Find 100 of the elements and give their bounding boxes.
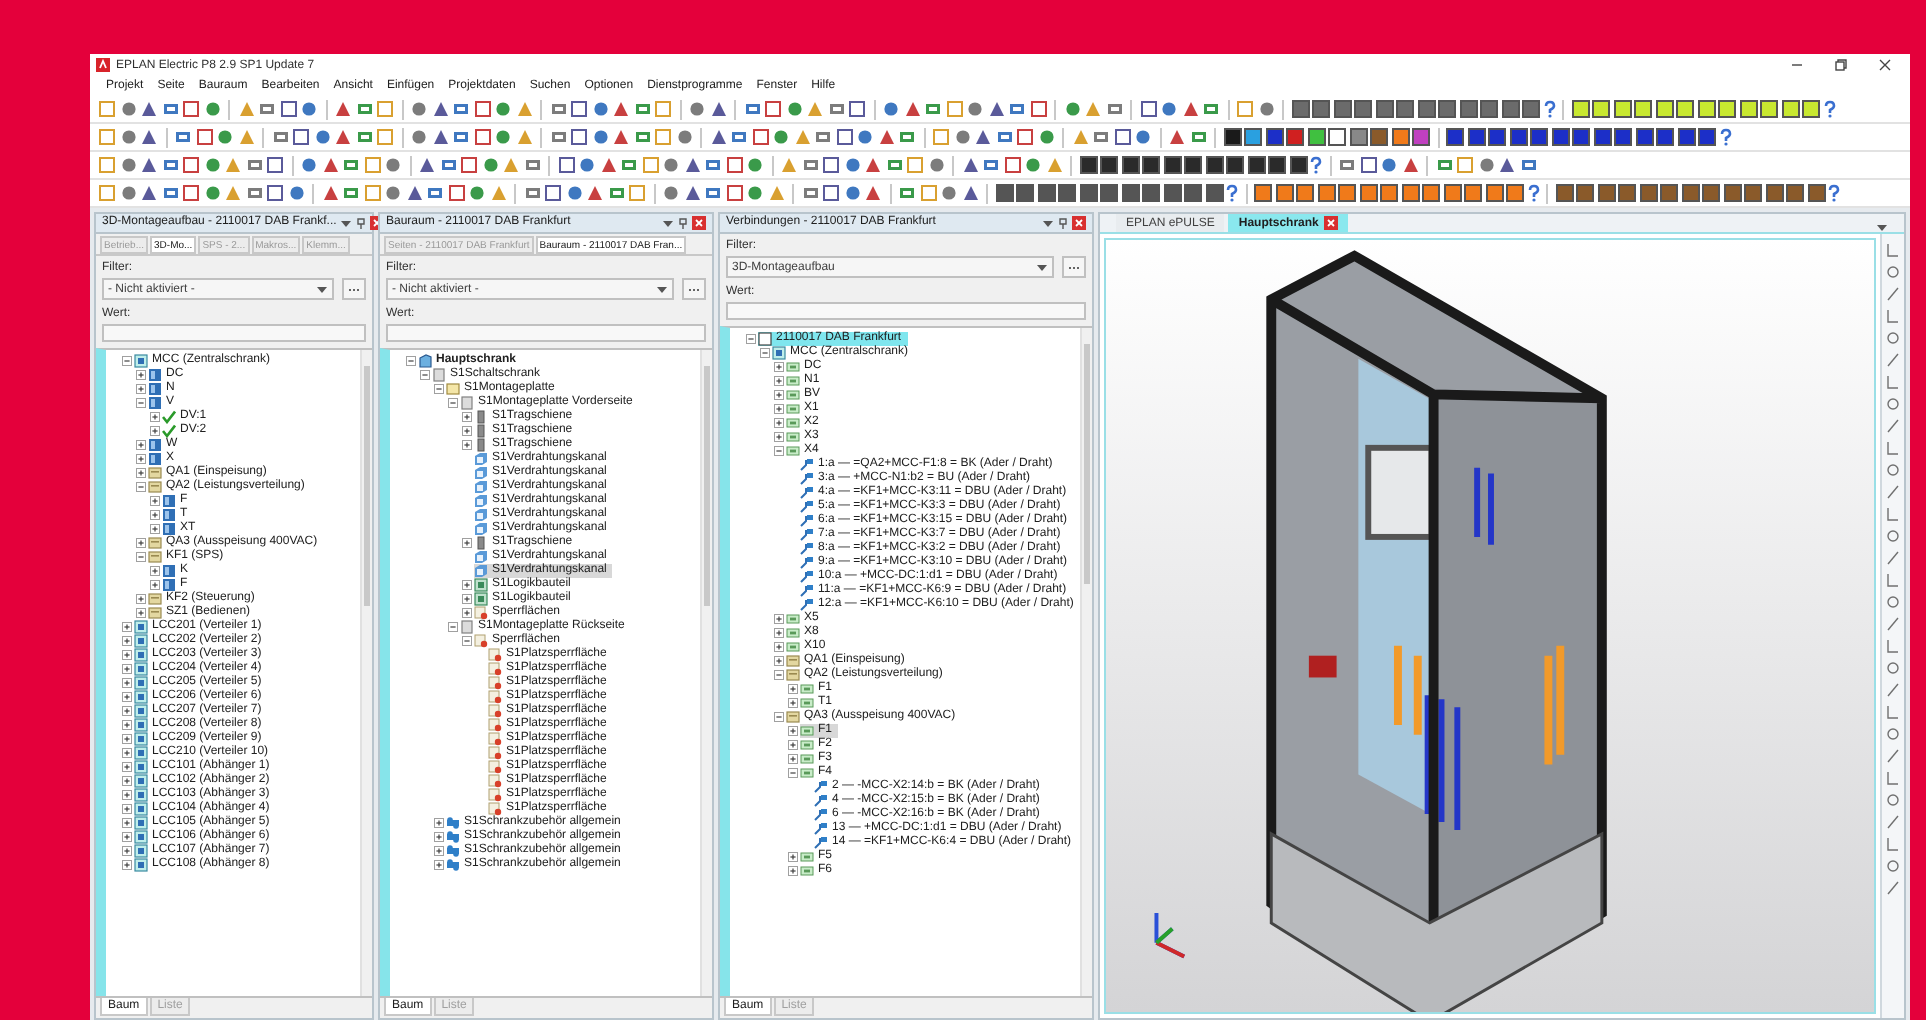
colored-tile-icon[interactable] (1698, 128, 1716, 146)
expand-toggle[interactable] (136, 538, 146, 548)
scrollbar[interactable] (1080, 328, 1092, 996)
expand-toggle[interactable] (122, 818, 132, 828)
colored-tile-icon[interactable] (1142, 184, 1160, 202)
colored-tile-icon[interactable] (1576, 184, 1594, 202)
colored-tile-icon[interactable] (1391, 128, 1409, 146)
colored-tile-icon[interactable] (1656, 128, 1674, 146)
expand-toggle[interactable] (774, 390, 784, 400)
expand-toggle[interactable] (434, 860, 444, 870)
colored-tile-icon[interactable] (1333, 100, 1351, 118)
colored-tile-icon[interactable] (1396, 100, 1414, 118)
value-field[interactable] (102, 324, 366, 342)
expand-toggle[interactable] (136, 440, 146, 450)
expand-toggle[interactable] (462, 608, 472, 618)
expand-toggle[interactable] (774, 376, 784, 386)
expand-toggle[interactable] (462, 580, 472, 590)
colored-tile-icon[interactable] (1438, 100, 1456, 118)
value-field[interactable] (386, 324, 706, 342)
expand-toggle[interactable] (122, 832, 132, 842)
help-icon[interactable] (1719, 128, 1731, 146)
expand-toggle[interactable] (462, 594, 472, 604)
expand-toggle[interactable] (136, 468, 146, 478)
colored-tile-icon[interactable] (1739, 100, 1757, 118)
help-icon[interactable] (1527, 184, 1539, 202)
colored-tile-icon[interactable] (1467, 128, 1485, 146)
colored-tile-icon[interactable] (1522, 100, 1540, 118)
expand-toggle[interactable] (788, 698, 798, 708)
expand-toggle[interactable] (136, 370, 146, 380)
colored-tile-icon[interactable] (1317, 184, 1335, 202)
expand-toggle[interactable] (788, 768, 798, 778)
colored-tile-icon[interactable] (1163, 184, 1181, 202)
colored-tile-icon[interactable] (1375, 100, 1393, 118)
close-icon[interactable] (1878, 58, 1892, 72)
colored-tile-icon[interactable] (1614, 128, 1632, 146)
colored-tile-icon[interactable] (1328, 128, 1346, 146)
colored-tile-icon[interactable] (1205, 156, 1223, 174)
expand-toggle[interactable] (122, 692, 132, 702)
colored-tile-icon[interactable] (1142, 156, 1160, 174)
colored-tile-icon[interactable] (1760, 100, 1778, 118)
colored-tile-icon[interactable] (1807, 184, 1825, 202)
expand-toggle[interactable] (448, 622, 458, 632)
colored-tile-icon[interactable] (1417, 100, 1435, 118)
colored-tile-icon[interactable] (1079, 184, 1097, 202)
colored-tile-icon[interactable] (1268, 156, 1286, 174)
expand-toggle[interactable] (774, 418, 784, 428)
colored-tile-icon[interactable] (1551, 128, 1569, 146)
expand-toggle[interactable] (122, 804, 132, 814)
colored-tile-icon[interactable] (1037, 184, 1055, 202)
expand-toggle[interactable] (122, 860, 132, 870)
colored-tile-icon[interactable] (1681, 184, 1699, 202)
colored-tile-icon[interactable] (1265, 128, 1283, 146)
expand-toggle[interactable] (136, 594, 146, 604)
colored-tile-icon[interactable] (1593, 128, 1611, 146)
colored-tile-icon[interactable] (1349, 128, 1367, 146)
colored-tile-icon[interactable] (1205, 184, 1223, 202)
colored-tile-icon[interactable] (1247, 156, 1265, 174)
help-icon[interactable] (1543, 100, 1555, 118)
expand-toggle[interactable] (150, 496, 160, 506)
expand-toggle[interactable] (420, 370, 430, 380)
colored-tile-icon[interactable] (1100, 156, 1118, 174)
expand-toggle[interactable] (122, 636, 132, 646)
expand-toggle[interactable] (774, 614, 784, 624)
colored-tile-icon[interactable] (1446, 128, 1464, 146)
colored-tile-icon[interactable] (1677, 128, 1695, 146)
colored-tile-icon[interactable] (1660, 184, 1678, 202)
expand-toggle[interactable] (774, 432, 784, 442)
expand-toggle[interactable] (462, 636, 472, 646)
expand-toggle[interactable] (774, 628, 784, 638)
expand-toggle[interactable] (774, 362, 784, 372)
expand-toggle[interactable] (774, 670, 784, 680)
colored-tile-icon[interactable] (1401, 184, 1419, 202)
expand-toggle[interactable] (136, 398, 146, 408)
minimize-icon[interactable] (1790, 58, 1804, 72)
colored-tile-icon[interactable] (995, 184, 1013, 202)
expand-toggle[interactable] (434, 384, 444, 394)
colored-tile-icon[interactable] (1163, 156, 1181, 174)
pin-icon[interactable] (356, 217, 367, 229)
colored-tile-icon[interactable] (1100, 184, 1118, 202)
expand-toggle[interactable] (122, 790, 132, 800)
colored-tile-icon[interactable] (1464, 184, 1482, 202)
expand-toggle[interactable] (774, 446, 784, 456)
colored-tile-icon[interactable] (1786, 184, 1804, 202)
expand-toggle[interactable] (788, 754, 798, 764)
expand-toggle[interactable] (788, 866, 798, 876)
expand-toggle[interactable] (150, 566, 160, 576)
expand-toggle[interactable] (448, 398, 458, 408)
colored-tile-icon[interactable] (1634, 100, 1652, 118)
help-icon[interactable] (1310, 156, 1322, 174)
help-icon[interactable] (1226, 184, 1238, 202)
expand-toggle[interactable] (122, 706, 132, 716)
colored-tile-icon[interactable] (1459, 100, 1477, 118)
expand-toggle[interactable] (150, 510, 160, 520)
more-button[interactable] (1062, 256, 1086, 278)
expand-toggle[interactable] (136, 482, 146, 492)
scrollbar[interactable] (700, 350, 712, 996)
expand-toggle[interactable] (122, 664, 132, 674)
colored-tile-icon[interactable] (1744, 184, 1762, 202)
value-field[interactable] (726, 302, 1086, 320)
colored-tile-icon[interactable] (1121, 184, 1139, 202)
